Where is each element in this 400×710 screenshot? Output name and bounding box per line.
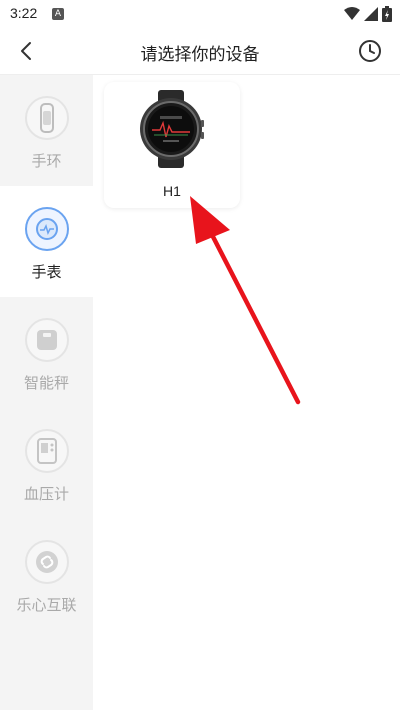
smartwatch-image — [140, 90, 204, 168]
sidebar-item-label: 血压计 — [23, 485, 69, 503]
blood-pressure-icon — [37, 438, 57, 464]
battery-icon — [382, 6, 392, 22]
system-icons — [344, 6, 392, 22]
sidebar-item-watch[interactable]: 手表 — [0, 186, 93, 297]
sidebar-item-label: 手环 — [31, 152, 62, 170]
signal-icon — [364, 7, 378, 21]
sidebar-item-scale[interactable]: 智能秤 — [0, 297, 93, 408]
sidebar-item-lifesense-link[interactable]: 乐心互联 — [0, 519, 93, 630]
app-header: 请选择你的设备 — [0, 28, 400, 74]
page-title: 请选择你的设备 — [140, 45, 260, 65]
notification-icon: A — [52, 8, 64, 20]
status-bar: 3:22 A — [0, 0, 400, 28]
history-button[interactable] — [356, 37, 384, 65]
wifi-icon — [344, 7, 360, 20]
sidebar-item-label: 手表 — [31, 263, 62, 281]
device-name: H1 — [163, 183, 181, 199]
sidebar-item-blood-pressure[interactable]: 血压计 — [0, 408, 93, 519]
link-icon-circle — [25, 540, 69, 584]
scale-icon — [37, 330, 57, 350]
category-sidebar: 手环 手表 智能秤 血压计 乐心互联 — [0, 75, 93, 710]
watch-icon-circle — [25, 207, 69, 251]
status-time: 3:22 — [10, 5, 38, 21]
watch-icon — [36, 218, 58, 240]
band-icon — [40, 103, 54, 133]
sidebar-item-band[interactable]: 手环 — [0, 75, 93, 186]
link-icon — [36, 551, 58, 573]
sidebar-item-label: 智能秤 — [23, 374, 69, 392]
sidebar-item-label: 乐心互联 — [16, 596, 77, 614]
device-card-h1[interactable]: H1 — [104, 82, 240, 208]
band-icon-circle — [25, 96, 69, 140]
blood-pressure-icon-circle — [25, 429, 69, 473]
clock-icon — [359, 40, 381, 62]
scale-icon-circle — [25, 318, 69, 362]
